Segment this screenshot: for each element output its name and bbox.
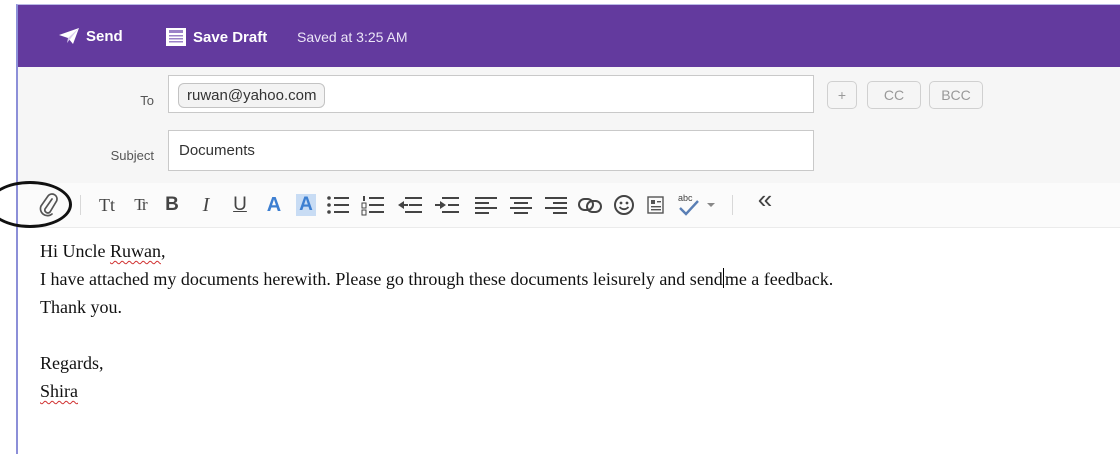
paper-plane-icon (59, 28, 79, 44)
align-right-button[interactable] (543, 191, 569, 219)
subject-field[interactable]: Documents (168, 130, 814, 171)
emoji-icon (614, 195, 634, 215)
add-recipient-button[interactable]: + (827, 81, 857, 109)
compose-window: Send Save Draft Saved at 3:25 AM To ruwa… (16, 4, 1120, 454)
signature-name: Shira (40, 381, 78, 401)
text-color-button[interactable]: A (261, 191, 287, 219)
align-right-icon (545, 197, 567, 214)
body-line-blank (40, 321, 833, 349)
spellcheck-button[interactable]: abc (674, 191, 704, 219)
italic-button[interactable]: I (193, 191, 219, 219)
compose-topbar: Send Save Draft Saved at 3:25 AM (18, 5, 1120, 67)
message-body[interactable]: Hi Uncle Ruwan, I have attached my docum… (40, 237, 833, 405)
italic-icon: I (202, 193, 210, 216)
save-draft-button[interactable]: Save Draft (165, 27, 267, 47)
outdent-icon (398, 197, 422, 213)
subject-value: Documents (179, 142, 255, 159)
highlight-button[interactable]: A (293, 191, 319, 219)
body-text-before-caret: I have attached my documents herewith. P… (40, 269, 723, 289)
font-format-icon: Tr (134, 195, 148, 214)
text-caret (722, 268, 724, 288)
collapse-toolbar-icon: « (757, 183, 773, 214)
underline-icon: U (233, 194, 247, 215)
toolbar-separator (80, 195, 81, 215)
body-line-signature: Shira (40, 377, 833, 405)
collapse-toolbar-button[interactable]: « (752, 183, 778, 214)
font-format-button[interactable]: Tr (127, 191, 153, 219)
spellcheck-label: abc (678, 193, 693, 203)
text-color-icon: A (266, 193, 282, 216)
send-button[interactable]: Send (58, 27, 123, 45)
greeting-prefix: Hi Uncle (40, 241, 110, 261)
align-left-icon (475, 197, 497, 214)
align-left-button[interactable] (473, 191, 499, 219)
indent-button[interactable] (434, 191, 460, 219)
underline-button[interactable]: U (227, 191, 253, 219)
indent-icon (435, 197, 459, 213)
toolbar-separator (732, 195, 733, 215)
numbered-list-icon (361, 196, 384, 216)
greeting-suffix: , (160, 241, 166, 261)
save-draft-icon (166, 28, 186, 46)
bullet-list-icon (327, 196, 349, 214)
cc-button[interactable]: CC (867, 81, 921, 109)
misspelled-word: Ruwan (109, 241, 161, 261)
recipient-chip[interactable]: ruwan@yahoo.com (178, 83, 326, 108)
formatting-toolbar: Tt Tr B I U A A abc « (18, 183, 1120, 228)
highlight-icon: A (296, 194, 316, 216)
body-line-greeting: Hi Uncle Ruwan, (40, 237, 833, 265)
align-center-icon (510, 197, 532, 214)
bold-icon: B (165, 194, 179, 215)
bold-button[interactable]: B (159, 191, 185, 219)
to-field[interactable]: ruwan@yahoo.com (168, 75, 814, 113)
align-center-button[interactable] (508, 191, 534, 219)
send-label: Send (86, 27, 123, 45)
to-label: To (140, 93, 154, 108)
body-text-after-caret: me a feedback. (724, 269, 834, 289)
saved-status: Saved at 3:25 AM (297, 29, 408, 45)
body-line-main: I have attached my documents herewith. P… (40, 265, 833, 293)
font-size-button[interactable]: Tt (94, 191, 120, 219)
link-icon (578, 198, 602, 213)
spellcheck-dropdown-button[interactable] (704, 191, 718, 219)
insert-table-button[interactable] (643, 191, 669, 219)
link-button[interactable] (577, 191, 603, 219)
save-draft-label: Save Draft (193, 28, 268, 46)
body-line-closing: Regards, (40, 353, 104, 373)
insert-table-icon (647, 196, 664, 214)
bullet-list-button[interactable] (325, 191, 351, 219)
font-size-icon: Tt (99, 194, 115, 215)
outdent-button[interactable] (397, 191, 423, 219)
numbered-list-button[interactable] (360, 191, 386, 219)
bcc-button[interactable]: BCC (929, 81, 983, 109)
emoji-button[interactable] (611, 191, 637, 219)
body-line-thanks: Thank you. (40, 297, 122, 317)
dropdown-arrow-icon (707, 203, 715, 207)
subject-label: Subject (110, 148, 154, 163)
